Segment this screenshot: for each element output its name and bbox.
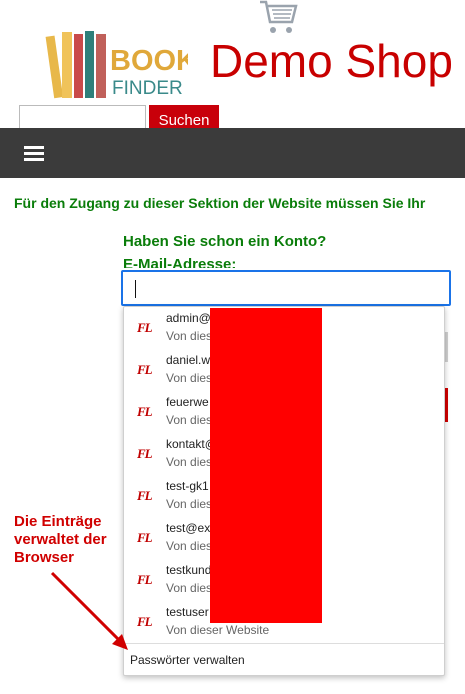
logo-finder-text: FINDER	[112, 78, 183, 99]
annotation-line: Die Einträge	[14, 513, 102, 530]
site-favicon-icon: FL	[137, 404, 153, 419]
entry-username: feuerwe	[166, 395, 209, 409]
entry-username: admin@	[166, 311, 211, 325]
login-heading: Haben Sie schon ein Konto?	[123, 233, 327, 250]
entry-source: Von dies	[166, 539, 213, 553]
access-notice: Für den Zugang zu dieser Sektion der Web…	[14, 195, 426, 211]
entry-source: Von dies	[166, 455, 213, 469]
site-favicon-icon: FL	[137, 446, 153, 461]
entry-source: Von dies	[166, 371, 213, 385]
email-field[interactable]	[121, 270, 451, 306]
entry-source: Von dies	[166, 581, 213, 595]
text-caret	[135, 280, 136, 298]
redaction-block	[210, 308, 322, 623]
site-favicon-icon: FL	[137, 320, 153, 335]
entry-username: testkund	[166, 563, 212, 577]
site-favicon-icon: FL	[137, 488, 153, 503]
entry-source: Von dies	[166, 497, 213, 511]
navbar	[0, 128, 465, 178]
entry-username: test@ex	[166, 521, 211, 535]
entry-username: daniel.w	[166, 353, 211, 367]
entry-username: testuser	[166, 605, 209, 619]
logo-book-text: BOOK	[110, 45, 188, 77]
site-favicon-icon: FL	[137, 530, 153, 545]
site-favicon-icon: FL	[137, 572, 153, 587]
annotation-text: Die Einträge verwaltet der Browser	[14, 513, 124, 567]
site-favicon-icon: FL	[137, 614, 153, 629]
entry-source: Von dies	[166, 413, 213, 427]
dropdown-divider	[124, 643, 444, 644]
manage-passwords-link[interactable]: Passwörter verwalten	[130, 653, 245, 667]
shopping-cart-icon[interactable]	[256, 0, 300, 36]
annotation-line: verwaltet der	[14, 531, 107, 548]
shop-title: Demo Shop	[210, 35, 453, 87]
entry-source: Von dies	[166, 329, 213, 343]
hamburger-menu-icon[interactable]	[24, 146, 44, 162]
annotation-line: Browser	[14, 549, 75, 566]
email-label: E-Mail-Adresse:	[123, 256, 237, 268]
entry-username: test-gk1	[166, 479, 209, 493]
site-favicon-icon: FL	[137, 362, 153, 377]
entry-source: Von dieser Website	[166, 623, 270, 637]
book-finder-logo[interactable]: BOOK FINDER	[42, 28, 188, 102]
